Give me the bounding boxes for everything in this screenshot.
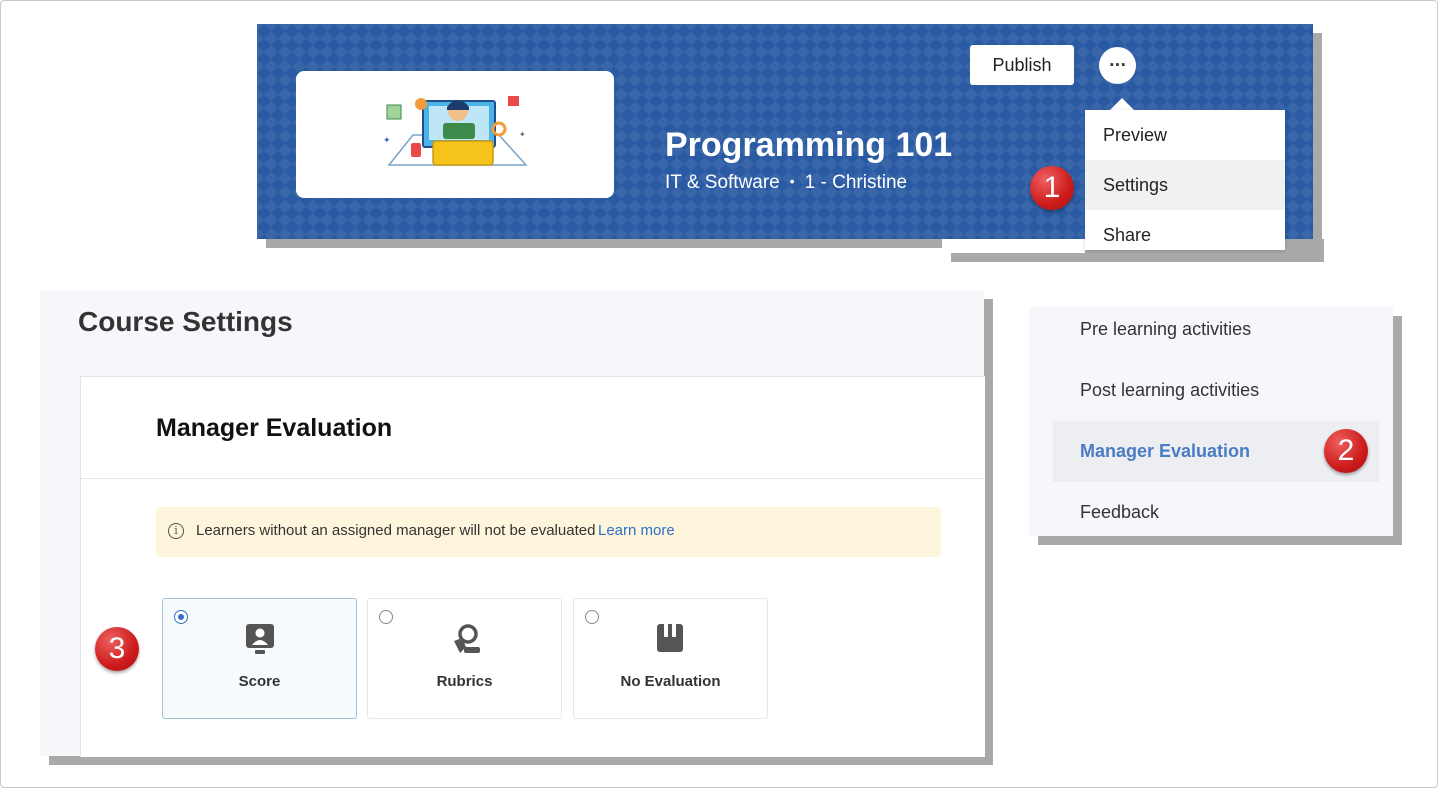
- course-title: Programming 101: [665, 126, 953, 164]
- no-evaluation-radio[interactable]: [585, 610, 599, 624]
- page-title: Course Settings: [78, 306, 293, 337]
- notice-text: Learners without an assigned manager wil…: [196, 522, 596, 539]
- programmer-illustration: ✦ ✦: [383, 96, 528, 166]
- rubrics-radio[interactable]: [379, 610, 393, 624]
- manager-evaluation-card: Manager Evaluation i Learners without an…: [80, 376, 985, 757]
- rubrics-label: Rubrics: [436, 673, 493, 690]
- course-thumbnail: ✦ ✦: [296, 71, 614, 198]
- svg-text:✦: ✦: [519, 130, 526, 139]
- svg-text:✦: ✦: [383, 136, 391, 146]
- menu-item-settings[interactable]: Settings: [1085, 160, 1285, 210]
- menu-item-share[interactable]: Share: [1085, 210, 1285, 250]
- publish-button[interactable]: Publish: [970, 45, 1074, 85]
- no-evaluation-label: No Evaluation: [620, 673, 721, 690]
- score-label: Score: [238, 673, 281, 690]
- nav-item-post-learning[interactable]: Post learning activities: [1080, 360, 1259, 421]
- step-marker-2: 2: [1324, 429, 1368, 473]
- step-marker-3: 3: [95, 627, 139, 671]
- more-options-menu: Preview Settings Share: [1085, 110, 1285, 250]
- no-evaluation-icon: [657, 624, 683, 652]
- course-meta: IT & Software • 1 - Christine: [665, 172, 907, 194]
- section-divider: [81, 478, 985, 479]
- option-no-evaluation[interactable]: No Evaluation: [573, 598, 768, 719]
- nav-item-pre-learning[interactable]: Pre learning activities: [1080, 299, 1251, 360]
- learn-more-link[interactable]: Learn more: [598, 522, 675, 539]
- option-rubrics[interactable]: Rubrics: [367, 598, 562, 719]
- settings-side-nav: Pre learning activities Post learning ac…: [1029, 307, 1393, 536]
- info-icon: i: [168, 523, 184, 539]
- score-icon: [246, 624, 274, 654]
- menu-item-preview[interactable]: Preview: [1085, 110, 1285, 160]
- dropdown-backdrop: [942, 239, 1085, 253]
- score-radio[interactable]: [174, 610, 188, 624]
- section-title: Manager Evaluation: [156, 414, 393, 442]
- step-marker-1: 1: [1030, 166, 1074, 210]
- meta-separator: •: [789, 173, 795, 189]
- info-notice: i Learners without an assigned manager w…: [156, 507, 941, 557]
- course-category: IT & Software: [665, 172, 780, 193]
- course-author: 1 - Christine: [804, 172, 908, 193]
- nav-item-feedback[interactable]: Feedback: [1080, 482, 1159, 543]
- more-options-icon[interactable]: ···: [1099, 47, 1136, 84]
- nav-item-manager-evaluation[interactable]: Manager Evaluation: [1080, 421, 1250, 482]
- option-score[interactable]: Score: [162, 598, 357, 719]
- rubrics-icon: [454, 624, 480, 653]
- course-settings-panel: Course Settings Manager Evaluation i Lea…: [40, 290, 985, 757]
- dropdown-caret: [1110, 98, 1134, 110]
